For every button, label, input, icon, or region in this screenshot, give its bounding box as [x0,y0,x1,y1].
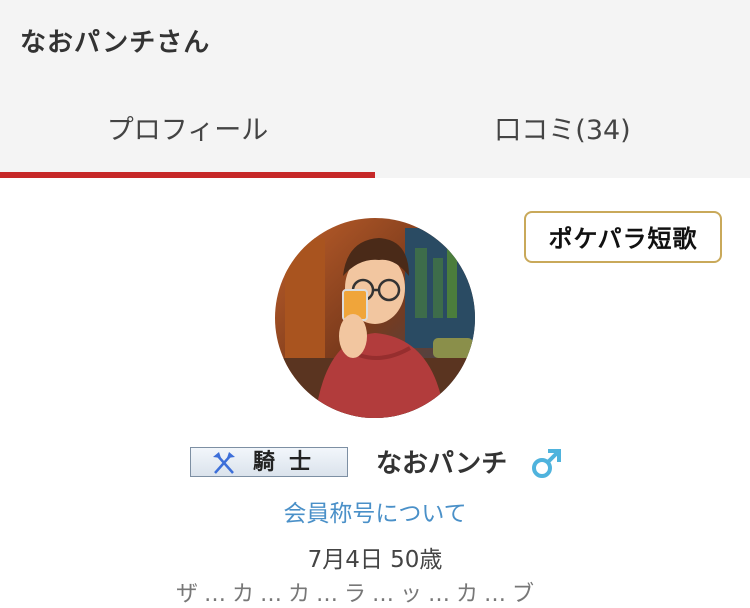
rank-label: 騎士 [253,450,326,475]
page-title: なおパンチさん [20,28,211,58]
member-title-link[interactable]: 会員称号について [0,494,750,528]
rank-badge: 騎士 [190,447,348,477]
avatar[interactable] [275,218,475,418]
tab-reviews[interactable]: 口コミ(34) [375,108,750,147]
avatar-image [275,218,475,418]
username: なおパンチ [376,449,508,479]
truncated-text: ザ…カ…カ…ラ…ッ…カ…ブ [176,582,541,607]
crossed-axes-icon [213,452,235,474]
header: なおパンチさん プロフィール 口コミ(34) [0,0,750,178]
birthday-age: 7月4日 50歳 [307,547,443,573]
male-icon [532,449,561,478]
tab-profile[interactable]: プロフィール [0,108,375,147]
pokepara-tanka-button[interactable]: ポケパラ短歌 [524,211,722,263]
active-tab-indicator [0,172,375,178]
